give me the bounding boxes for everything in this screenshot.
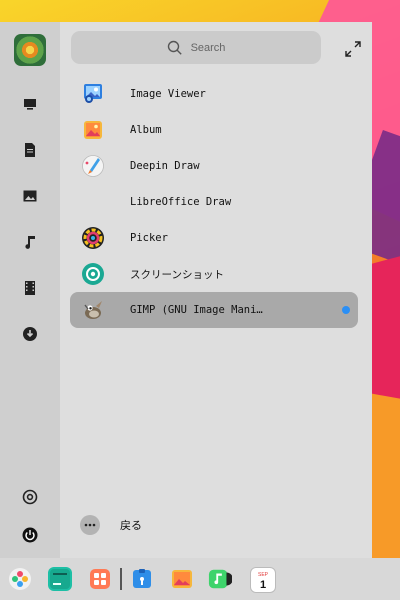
image-viewer-icon: [80, 81, 106, 107]
app-item-screenshot[interactable]: スクリーンショット: [70, 256, 358, 292]
app-item-picker[interactable]: Picker: [70, 220, 358, 256]
user-avatar[interactable]: [14, 34, 46, 66]
app-launcher: Search Image Viewer Album Deepin Draw Li…: [0, 22, 372, 558]
gimp-icon: [80, 297, 106, 323]
app-name: Picker: [130, 232, 168, 244]
dock: SEP 1: [0, 558, 400, 600]
fullscreen-icon[interactable]: [344, 40, 362, 58]
back-label: 戻る: [120, 520, 142, 532]
screenshot-icon: [80, 261, 106, 287]
more-icon: [80, 515, 100, 535]
settings-icon[interactable]: [20, 487, 40, 507]
launcher-icon[interactable]: [8, 567, 32, 591]
app-item-album[interactable]: Album: [70, 112, 358, 148]
app-item-gimp[interactable]: GIMP (GNU Image Mani…: [70, 292, 358, 328]
app-item-libreoffice-draw[interactable]: LibreOffice Draw: [70, 184, 358, 220]
album-icon: [80, 117, 106, 143]
app-list: Image Viewer Album Deepin Draw LibreOffi…: [70, 76, 358, 328]
back-button[interactable]: 戻る: [80, 515, 142, 535]
app-item-image-viewer[interactable]: Image Viewer: [70, 76, 358, 112]
app-store-icon[interactable]: [88, 567, 112, 591]
video-icon[interactable]: [20, 278, 40, 298]
terminal-icon[interactable]: [48, 567, 72, 591]
search-icon: [167, 40, 182, 55]
app-name: Deepin Draw: [130, 160, 200, 172]
picker-icon: [80, 225, 106, 251]
music-icon[interactable]: [208, 567, 232, 591]
app-item-deepin-draw[interactable]: Deepin Draw: [70, 148, 358, 184]
power-icon[interactable]: [20, 525, 40, 545]
calendar-day: 1: [260, 579, 266, 591]
deepin-draw-icon: [80, 153, 106, 179]
app-name: Album: [130, 124, 162, 136]
calendar-icon[interactable]: SEP 1: [250, 567, 276, 593]
launcher-sidebar: [0, 22, 60, 558]
app-name: GIMP (GNU Image Mani…: [130, 304, 263, 316]
launcher-main: Search Image Viewer Album Deepin Draw Li…: [60, 22, 372, 558]
calendar-month: SEP: [258, 572, 269, 578]
document-icon[interactable]: [20, 140, 40, 160]
app-name: LibreOffice Draw: [130, 196, 232, 208]
app-name: スクリーンショット: [130, 268, 224, 281]
music-icon[interactable]: [20, 232, 40, 252]
search-box[interactable]: Search: [71, 31, 321, 64]
album-icon[interactable]: [170, 567, 194, 591]
picture-icon[interactable]: [20, 186, 40, 206]
computer-icon[interactable]: [20, 94, 40, 114]
download-icon[interactable]: [20, 324, 40, 344]
app-name: Image Viewer: [130, 88, 206, 100]
new-app-indicator: [342, 306, 350, 314]
dock-separator: [120, 568, 122, 590]
search-placeholder: Search: [190, 41, 226, 54]
file-manager-icon[interactable]: [130, 567, 154, 591]
